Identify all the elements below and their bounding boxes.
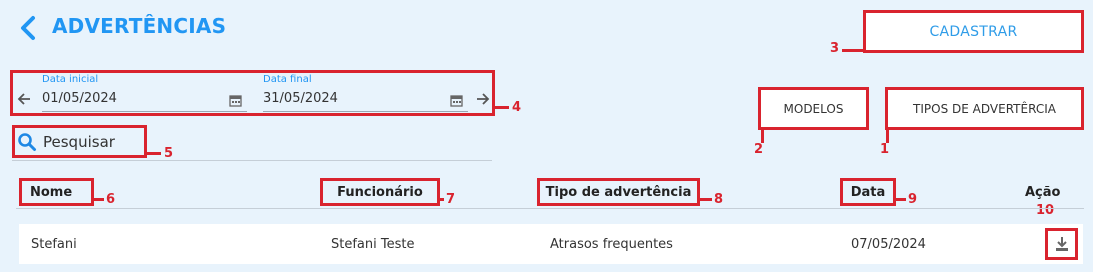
end-date-input[interactable]: 31/05/2024	[263, 91, 338, 106]
annotation-4: 4	[512, 100, 522, 115]
end-date-underline	[263, 111, 468, 112]
annotation-9: 9	[908, 192, 918, 207]
calendar-icon[interactable]	[450, 92, 463, 111]
search-underline	[12, 160, 492, 161]
cell-nome: Stefani	[31, 236, 77, 252]
annotation-5: 5	[164, 146, 174, 161]
search-input[interactable]: Pesquisar	[12, 125, 147, 158]
start-date-underline	[42, 111, 247, 112]
annotation-2: 2	[754, 142, 764, 157]
annotation-3: 3	[830, 41, 840, 56]
download-icon	[1054, 236, 1070, 252]
column-header-tipo[interactable]: Tipo de advertência	[537, 178, 700, 206]
calendar-icon[interactable]	[229, 92, 242, 111]
annotation-line-6	[94, 198, 104, 201]
column-header-acao: Ação	[1025, 184, 1061, 200]
annotation-line-7	[440, 198, 444, 201]
annotation-line-5	[147, 152, 161, 155]
cadastrar-button[interactable]: CADASTRAR	[863, 10, 1084, 53]
cell-tipo: Atrasos frequentes	[550, 236, 673, 252]
cell-funcionario: Stefani Teste	[331, 236, 415, 252]
column-header-funcionario[interactable]: Funcionário	[320, 178, 440, 206]
tipos-de-advertencia-button[interactable]: TIPOS DE ADVERTÊRCIA	[885, 87, 1084, 130]
column-header-data[interactable]: Data	[840, 178, 896, 206]
annotation-1: 1	[880, 142, 890, 157]
search-icon	[17, 132, 37, 152]
annotation-line-8	[700, 198, 712, 201]
cell-data: 07/05/2024	[851, 236, 926, 252]
modelos-button[interactable]: MODELOS	[758, 87, 869, 130]
date-range-filter: Data inicial 01/05/2024 Data final 31/05…	[10, 70, 495, 116]
annotation-7: 7	[446, 192, 456, 207]
annotation-10: 10	[1036, 203, 1055, 218]
column-header-nome[interactable]: Nome	[19, 178, 94, 206]
annotation-line-4	[495, 106, 509, 109]
annotation-line-3	[842, 49, 866, 52]
table-row[interactable]: Stefani Stefani Teste Atrasos frequentes…	[19, 224, 1083, 264]
download-button[interactable]	[1045, 228, 1078, 260]
end-date-label: Data final	[263, 74, 312, 85]
back-chevron-icon[interactable]	[18, 15, 38, 45]
arrow-right-icon[interactable]	[475, 91, 491, 110]
annotation-8: 8	[714, 192, 724, 207]
arrow-left-icon[interactable]	[16, 91, 32, 110]
start-date-input[interactable]: 01/05/2024	[42, 91, 117, 106]
annotation-line-9	[896, 198, 906, 201]
header-divider	[16, 208, 1084, 209]
page-title: ADVERTÊNCIAS	[52, 14, 227, 38]
annotation-6: 6	[106, 192, 116, 207]
start-date-label: Data inicial	[42, 74, 99, 85]
search-placeholder: Pesquisar	[43, 132, 115, 151]
